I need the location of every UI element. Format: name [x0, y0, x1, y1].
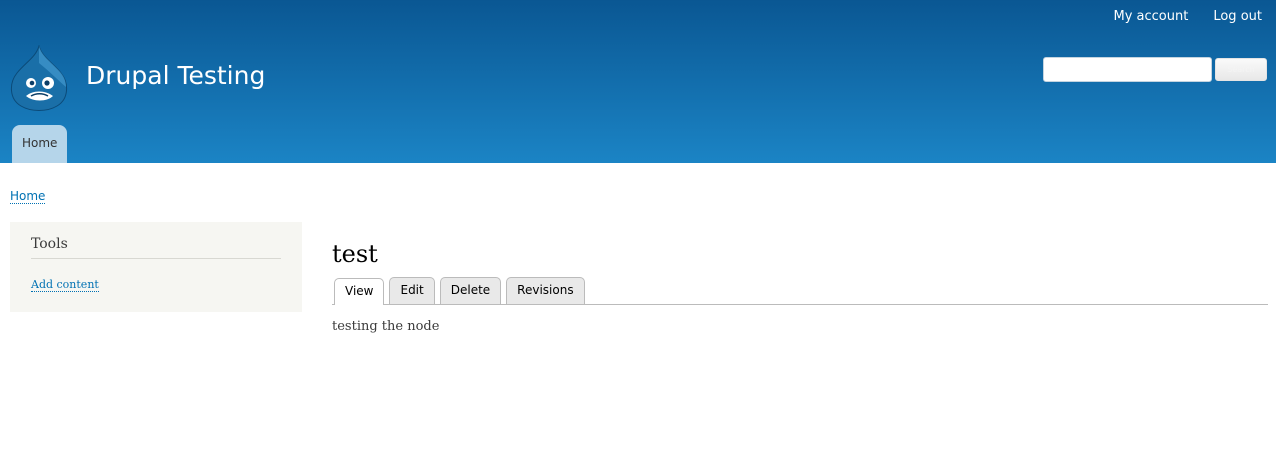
- site-name[interactable]: Drupal Testing: [86, 61, 265, 90]
- search-input[interactable]: [1043, 57, 1212, 82]
- drupal-drop-logo-icon[interactable]: [9, 45, 69, 111]
- page-title: test: [332, 240, 378, 268]
- tab-delete[interactable]: Delete: [439, 277, 502, 304]
- add-content-link[interactable]: Add content: [31, 278, 99, 292]
- tab-revisions[interactable]: Revisions: [506, 277, 585, 304]
- node-body: testing the node: [332, 319, 440, 334]
- secondary-menu: My account Log out: [1089, 9, 1263, 24]
- node-tabs: View Edit Delete Revisions: [332, 277, 1268, 305]
- search-form: Search: [1043, 57, 1267, 82]
- sidebar-tools-block: Tools Add content: [10, 222, 302, 312]
- breadcrumb-home-link[interactable]: Home: [10, 189, 46, 204]
- tab-view[interactable]: View: [334, 278, 385, 305]
- main-menu: Home: [12, 125, 68, 163]
- main-content: test View Edit Delete Revisions testing …: [332, 238, 1268, 334]
- breadcrumb: Home: [10, 185, 46, 204]
- block-title: Tools: [31, 236, 281, 259]
- log-out-link[interactable]: Log out: [1213, 9, 1262, 24]
- main-menu-home-tab[interactable]: Home: [12, 125, 68, 163]
- search-button[interactable]: Search: [1215, 58, 1267, 81]
- site-header: My account Log out Drupal Testing Search…: [0, 0, 1276, 163]
- tab-edit[interactable]: Edit: [389, 277, 435, 304]
- my-account-link[interactable]: My account: [1114, 9, 1189, 24]
